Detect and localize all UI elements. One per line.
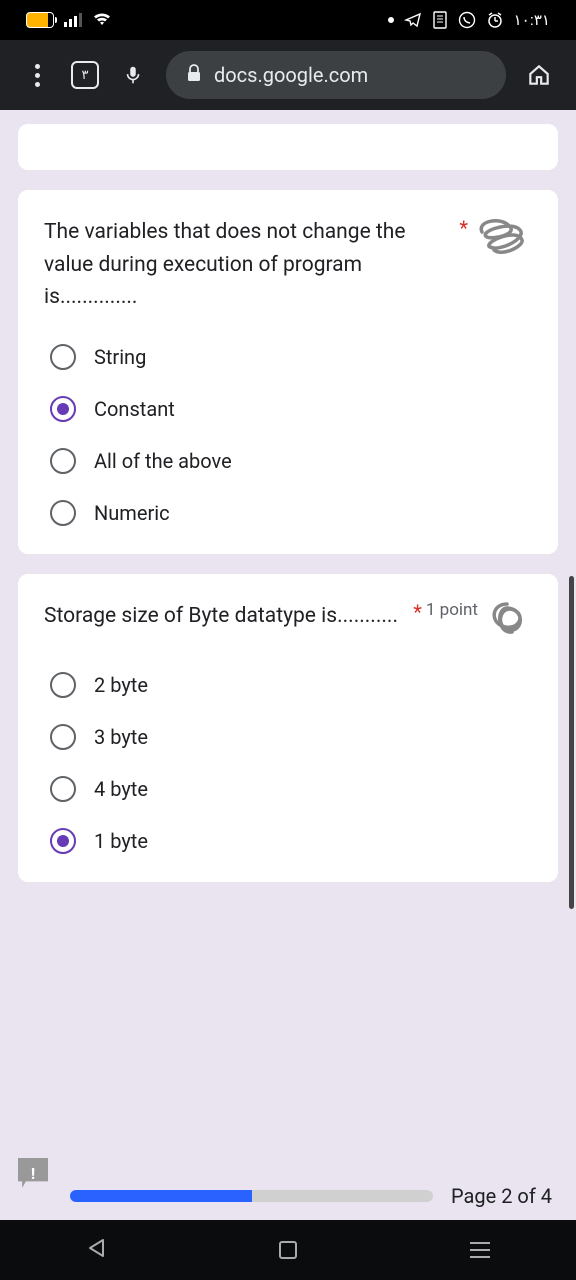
- option-label: All of the above: [94, 449, 232, 473]
- radio-option[interactable]: 2 byte: [44, 664, 532, 706]
- radio-icon: [50, 448, 76, 474]
- tabs-button[interactable]: ٣: [70, 61, 100, 89]
- option-label: Numeric: [94, 501, 170, 525]
- progress-row: Page 2 of 4: [70, 1184, 552, 1208]
- previous-card-edge: [18, 124, 558, 170]
- radio-option[interactable]: 4 byte: [44, 768, 532, 810]
- telegram-icon: [404, 11, 422, 29]
- scrollbar[interactable]: [569, 110, 574, 1220]
- home-button[interactable]: [524, 62, 554, 88]
- question-card-1: The variables that does not change the v…: [18, 190, 558, 554]
- radio-icon: [50, 724, 76, 750]
- radio-icon: [50, 776, 76, 802]
- triangle-icon: [86, 1237, 106, 1259]
- option-label: 4 byte: [94, 777, 148, 801]
- more-menu-button[interactable]: [22, 64, 52, 87]
- required-asterisk: *: [459, 216, 468, 240]
- radio-icon: [50, 500, 76, 526]
- nav-home-button[interactable]: [279, 1241, 297, 1259]
- nav-back-button[interactable]: [86, 1237, 106, 1263]
- question-text: The variables that does not change the v…: [44, 216, 451, 314]
- scribble-annotation: [472, 212, 532, 262]
- nav-recent-button[interactable]: [470, 1242, 490, 1258]
- tab-count: ٣: [71, 61, 99, 89]
- status-bar: ١٠:٣١: [0, 0, 576, 40]
- notification-dot-icon: [388, 17, 394, 23]
- url-bar[interactable]: docs.google.com: [166, 51, 506, 99]
- page-indicator: Page 2 of 4: [451, 1184, 552, 1208]
- option-label: 3 byte: [94, 725, 148, 749]
- lock-icon: [186, 64, 202, 86]
- question-text: Storage size of Byte datatype is........…: [44, 600, 405, 633]
- mic-button[interactable]: [118, 64, 148, 86]
- option-label: Constant: [94, 397, 175, 421]
- scrollbar-thumb[interactable]: [569, 576, 574, 909]
- wifi-icon: [92, 8, 112, 32]
- more-vert-icon: [35, 64, 40, 87]
- option-label: 1 byte: [94, 829, 148, 853]
- radio-option[interactable]: Numeric: [44, 492, 532, 534]
- option-label: String: [94, 345, 146, 369]
- alarm-icon: [486, 11, 504, 29]
- radio-option[interactable]: 3 byte: [44, 716, 532, 758]
- feedback-button[interactable]: !: [18, 1158, 48, 1188]
- battery-icon: [26, 12, 54, 28]
- radio-option[interactable]: String: [44, 336, 532, 378]
- radio-option[interactable]: 1 byte: [44, 820, 532, 862]
- signal-icon: [64, 13, 82, 27]
- mic-icon: [122, 64, 144, 86]
- browser-toolbar: ٣ docs.google.com: [0, 40, 576, 110]
- radio-icon: [50, 396, 76, 422]
- scribble-annotation: [482, 596, 532, 642]
- required-asterisk: *: [413, 600, 422, 624]
- radio-icon: [50, 672, 76, 698]
- whatsapp-icon: [458, 11, 476, 29]
- radio-icon: [50, 344, 76, 370]
- url-text: docs.google.com: [214, 63, 368, 87]
- point-value: 1 point: [426, 600, 478, 620]
- question-card-2: Storage size of Byte datatype is........…: [18, 574, 558, 882]
- document-icon: [432, 11, 448, 29]
- option-label: 2 byte: [94, 673, 148, 697]
- system-nav-bar: [0, 1220, 576, 1280]
- status-time: ١٠:٣١: [514, 11, 550, 29]
- radio-option[interactable]: Constant: [44, 388, 532, 430]
- progress-fill: [70, 1190, 252, 1202]
- radio-option[interactable]: All of the above: [44, 440, 532, 482]
- radio-icon: [50, 828, 76, 854]
- home-icon: [526, 62, 552, 88]
- progress-bar: [70, 1190, 433, 1202]
- content-area: The variables that does not change the v…: [0, 110, 576, 1220]
